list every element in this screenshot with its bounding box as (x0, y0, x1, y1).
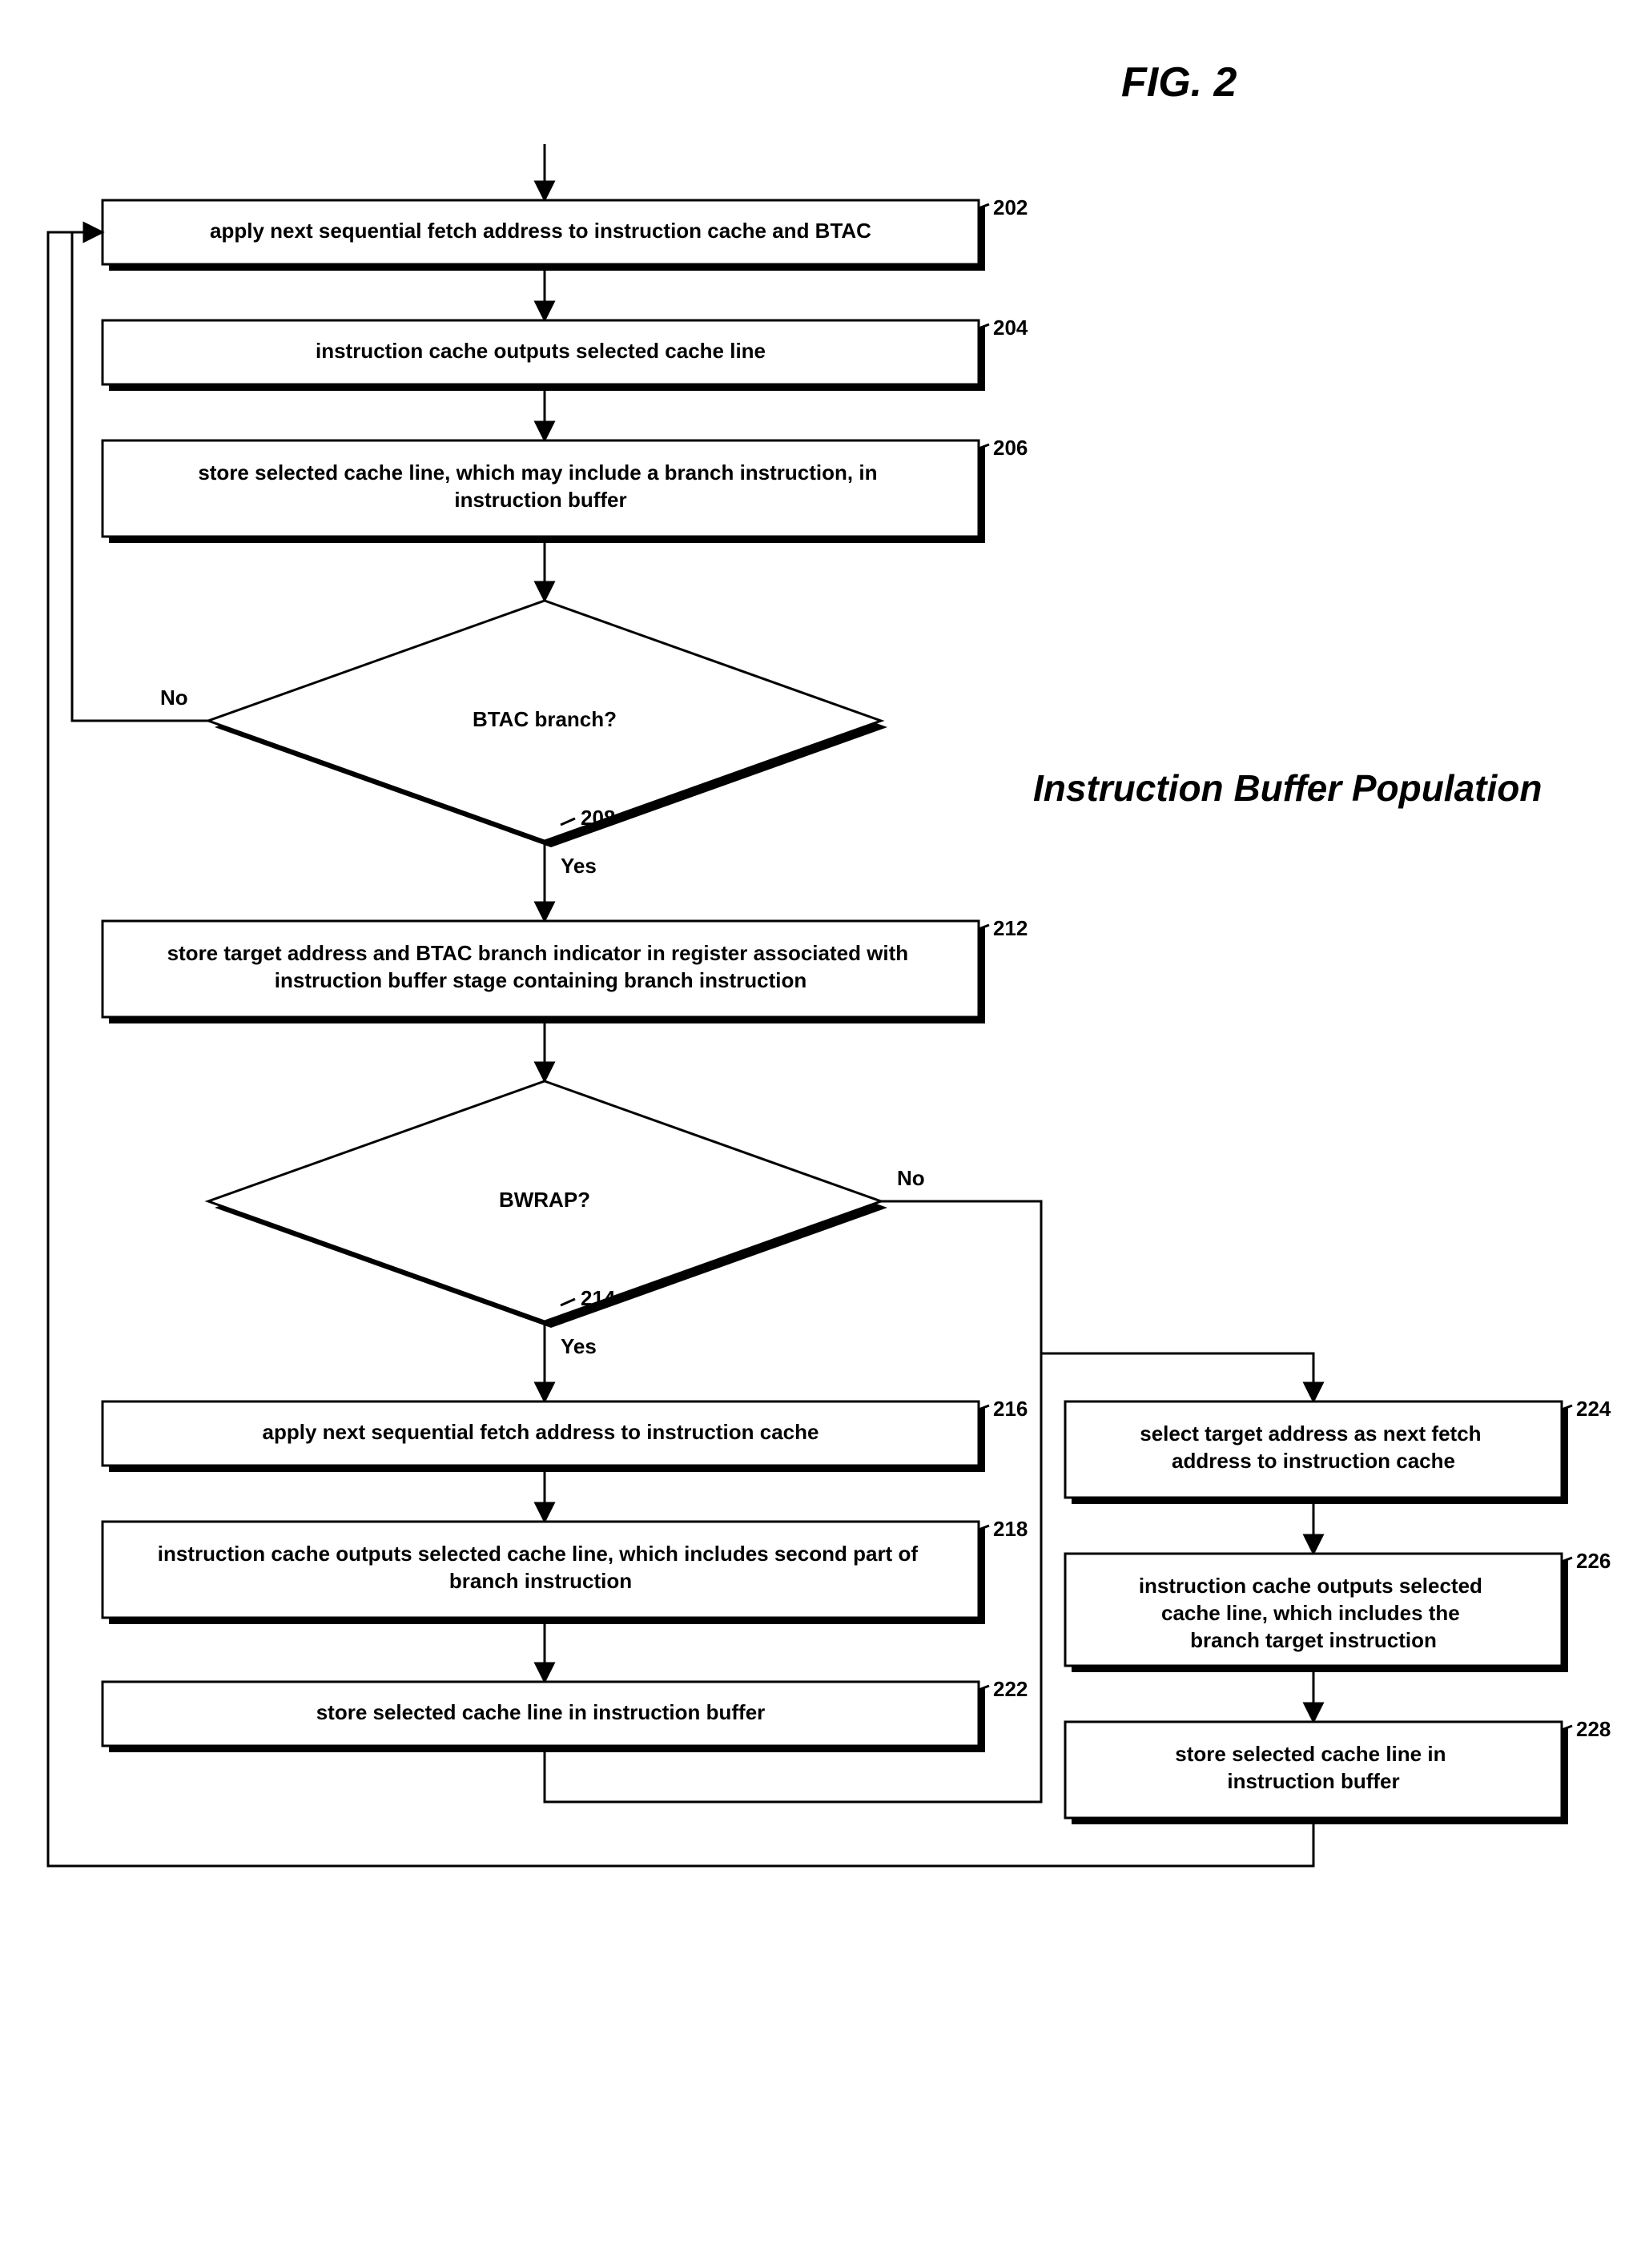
svg-text:store selected cache line in i: store selected cache line in instruction… (316, 1700, 766, 1724)
diagram-title: Instruction Buffer Population (1033, 767, 1542, 809)
label-no-214: No (897, 1166, 925, 1190)
step-228: store selected cache line in instruction… (1065, 1717, 1611, 1824)
step-204: instruction cache outputs selected cache… (103, 316, 1028, 391)
decision-214: BWRAP? 214 (208, 1081, 887, 1328)
svg-text:228: 228 (1576, 1717, 1611, 1741)
label-yes: Yes (561, 854, 597, 878)
flowchart: FIG. 2 Instruction Buffer Population app… (0, 0, 1641, 2268)
step-202: apply next sequential fetch address to i… (103, 195, 1028, 271)
svg-text:226: 226 (1576, 1549, 1611, 1573)
svg-text:BTAC branch?: BTAC branch? (473, 707, 617, 731)
svg-text:212: 212 (993, 916, 1028, 940)
svg-text:apply next sequential fetch ad: apply next sequential fetch address to i… (210, 219, 871, 243)
svg-text:BWRAP?: BWRAP? (499, 1188, 590, 1212)
label-yes-214: Yes (561, 1334, 597, 1358)
svg-text:apply next sequential fetch ad: apply next sequential fetch address to i… (263, 1420, 819, 1444)
svg-text:206: 206 (993, 436, 1028, 460)
svg-text:218: 218 (993, 1517, 1028, 1541)
figure-label: FIG. 2 (1121, 59, 1237, 106)
label-no: No (160, 686, 188, 710)
step-206: store selected cache line, which may inc… (103, 436, 1028, 543)
step-226: instruction cache outputs selected cache… (1065, 1549, 1611, 1672)
svg-text:202: 202 (993, 195, 1028, 219)
step-216: apply next sequential fetch address to i… (103, 1397, 1028, 1472)
svg-text:216: 216 (993, 1397, 1028, 1421)
svg-text:instruction cache outputs sele: instruction cache outputs selected cache… (316, 339, 766, 363)
decision-208: BTAC branch? 208 (208, 601, 887, 847)
svg-text:204: 204 (993, 316, 1028, 340)
svg-text:224: 224 (1576, 1397, 1611, 1421)
step-218: instruction cache outputs selected cache… (103, 1517, 1028, 1624)
step-212: store target address and BTAC branch ind… (103, 916, 1028, 1023)
svg-text:214: 214 (581, 1286, 616, 1310)
svg-text:instruction cache outputs sele: instruction cache outputs selected cache… (1139, 1574, 1488, 1652)
step-222: store selected cache line in instruction… (103, 1677, 1028, 1752)
svg-text:208: 208 (581, 806, 615, 830)
svg-text:222: 222 (993, 1677, 1028, 1701)
step-224: select target address as next fetch addr… (1065, 1397, 1611, 1504)
